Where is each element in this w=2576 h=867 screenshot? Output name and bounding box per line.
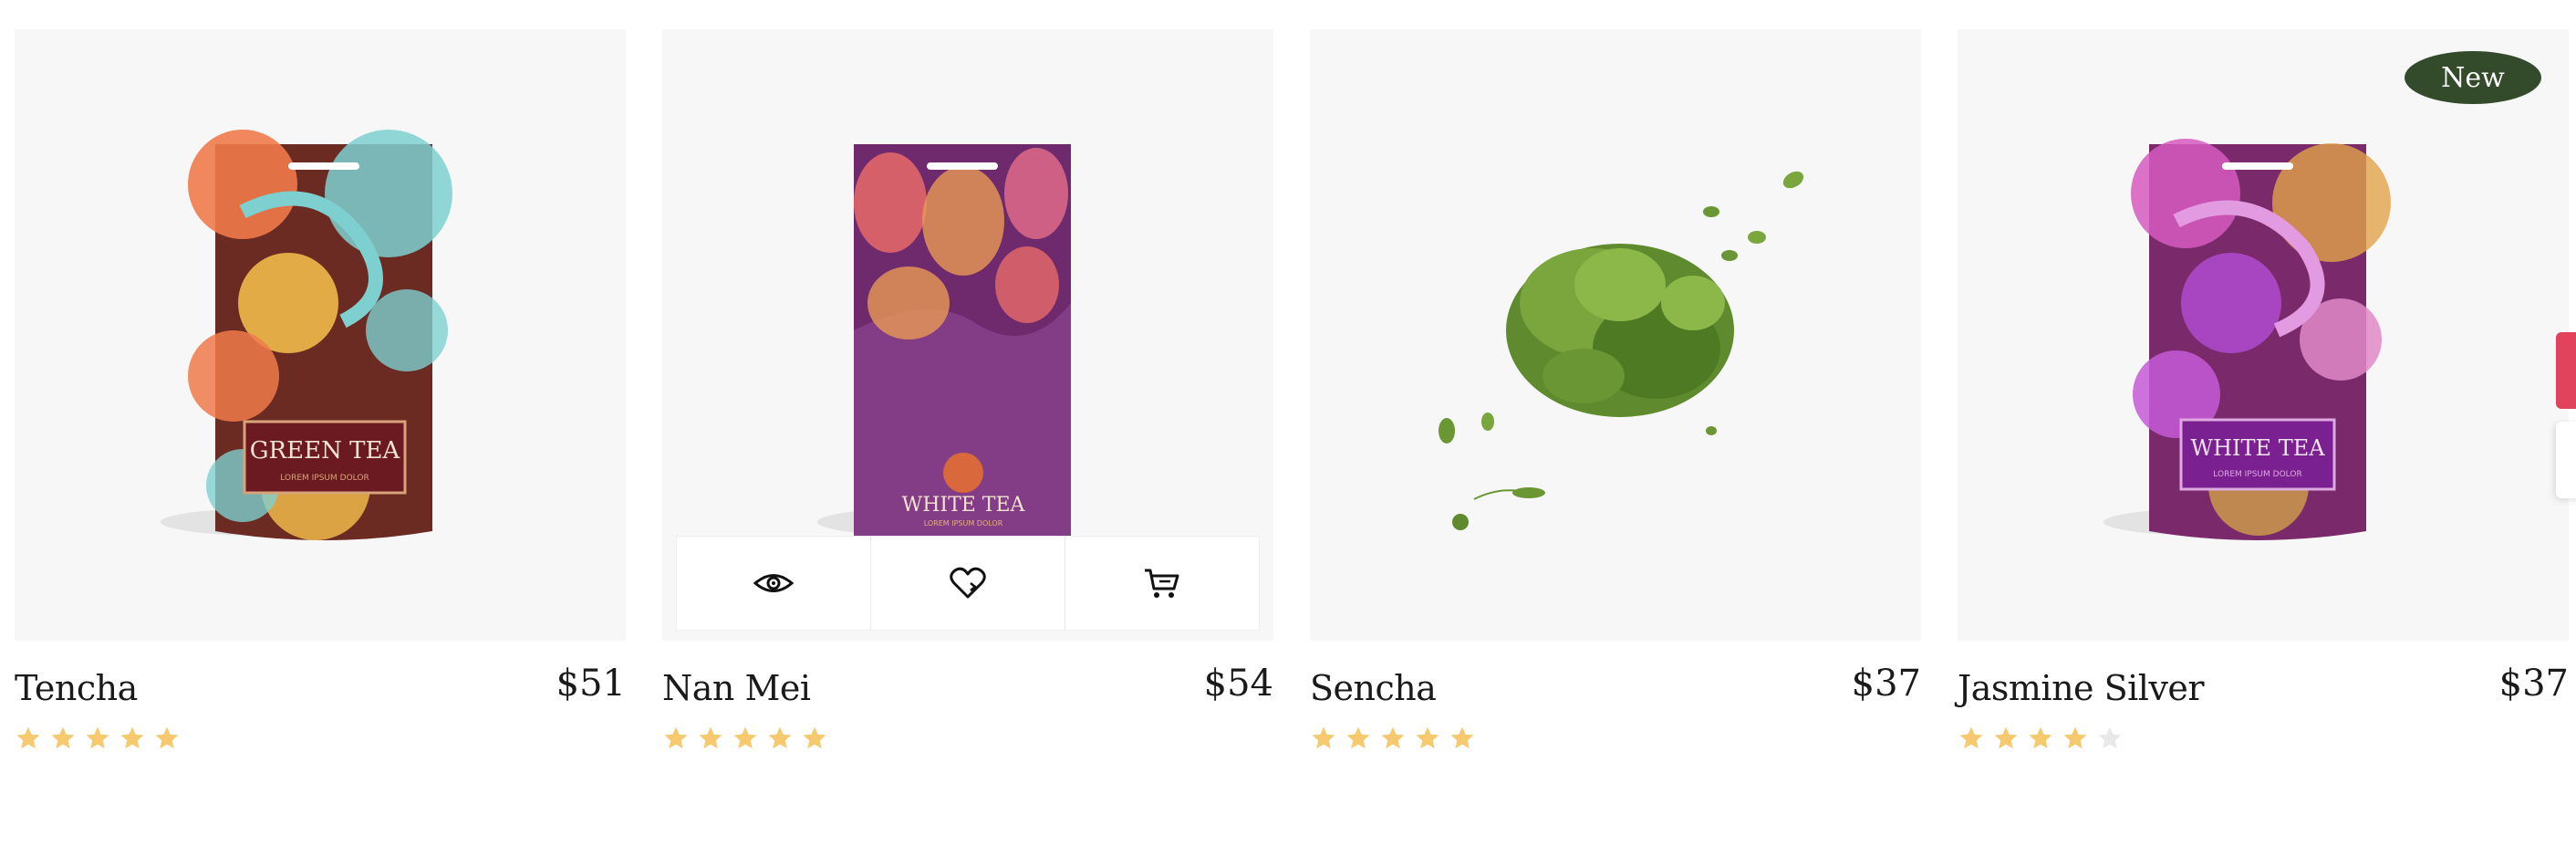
star-icon — [803, 726, 826, 749]
product-name[interactable]: Tencha — [15, 668, 138, 708]
quick-view-button[interactable] — [677, 537, 871, 630]
product-rating — [1310, 725, 1476, 752]
product-image-container[interactable]: WHITE TEA LOREM IPSUM DOLOR — [662, 29, 1273, 641]
cart-icon — [1145, 569, 1179, 598]
package-sublabel: LOREM IPSUM DOLOR — [2213, 470, 2301, 479]
product-price: $54 — [1203, 663, 1273, 705]
product-rating — [1958, 725, 2124, 752]
package-sublabel: LOREM IPSUM DOLOR — [280, 474, 369, 483]
product-card[interactable]: GREEN TEA LOREM IPSUM DOLOR Tencha $51 — [15, 29, 626, 749]
star-icon — [1312, 726, 1335, 749]
star-icon — [2029, 726, 2052, 749]
product-image-container[interactable]: WHITE TEA LOREM IPSUM DOLOR New — [1958, 29, 2569, 641]
package-label: GREEN TEA — [250, 437, 401, 465]
product-rating — [15, 725, 181, 752]
star-icon — [768, 726, 792, 749]
product-price: $37 — [2498, 663, 2569, 705]
product-info: Jasmine Silver $37 — [1958, 663, 2569, 749]
product-name[interactable]: Sencha — [1310, 668, 1437, 708]
eye-icon — [753, 574, 794, 592]
product-image-container[interactable]: GREEN TEA LOREM IPSUM DOLOR — [15, 29, 626, 641]
star-icon — [155, 726, 179, 749]
star-icon — [1416, 726, 1439, 749]
add-to-wishlist-button[interactable] — [871, 537, 1065, 630]
product-card[interactable]: Sencha $37 — [1310, 29, 1921, 749]
product-price: $51 — [556, 663, 626, 705]
star-icon — [733, 726, 757, 749]
star-icon — [2063, 726, 2087, 749]
star-icon — [1346, 726, 1370, 749]
star-icon — [1381, 726, 1405, 749]
package-label: WHITE TEA — [902, 494, 1026, 517]
package-label: WHITE TEA — [2190, 435, 2325, 461]
star-icon — [664, 726, 688, 749]
green-tea-package-image: GREEN TEA LOREM IPSUM DOLOR — [161, 130, 452, 540]
jasmine-tea-package-image: WHITE TEA LOREM IPSUM DOLOR — [2103, 139, 2391, 540]
quick-actions-bar — [677, 537, 1259, 630]
product-name[interactable]: Jasmine Silver — [1958, 668, 2205, 708]
side-floating-tab[interactable] — [2556, 332, 2576, 409]
star-icon — [16, 726, 40, 749]
package-sublabel: LOREM IPSUM DOLOR — [924, 519, 1003, 528]
star-icon — [51, 726, 75, 749]
star-icon — [120, 726, 144, 749]
product-info: Sencha $37 — [1310, 663, 1921, 749]
product-rating — [662, 725, 828, 752]
heart-icon — [950, 567, 986, 599]
star-icon — [1959, 726, 1983, 749]
new-badge: New — [2405, 51, 2541, 104]
star-icon — [1994, 726, 2018, 749]
product-info: Tencha $51 — [15, 663, 626, 749]
product-image-container[interactable] — [1310, 29, 1921, 641]
product-info: Nan Mei $54 — [662, 663, 1273, 749]
side-floating-tab-secondary[interactable] — [2556, 422, 2576, 498]
product-name[interactable]: Nan Mei — [662, 668, 811, 708]
star-icon — [86, 726, 109, 749]
product-card[interactable]: WHITE TEA LOREM IPSUM DOLOR New Jasmine … — [1958, 29, 2569, 749]
star-icon — [699, 726, 722, 749]
star-empty-icon — [2098, 726, 2122, 749]
product-card[interactable]: WHITE TEA LOREM IPSUM DOLOR Nan Mei $54 — [662, 29, 1273, 749]
product-price: $37 — [1851, 663, 1921, 705]
add-to-cart-button[interactable] — [1065, 537, 1259, 630]
loose-leaf-tea-image — [1439, 171, 1804, 530]
star-icon — [1450, 726, 1474, 749]
